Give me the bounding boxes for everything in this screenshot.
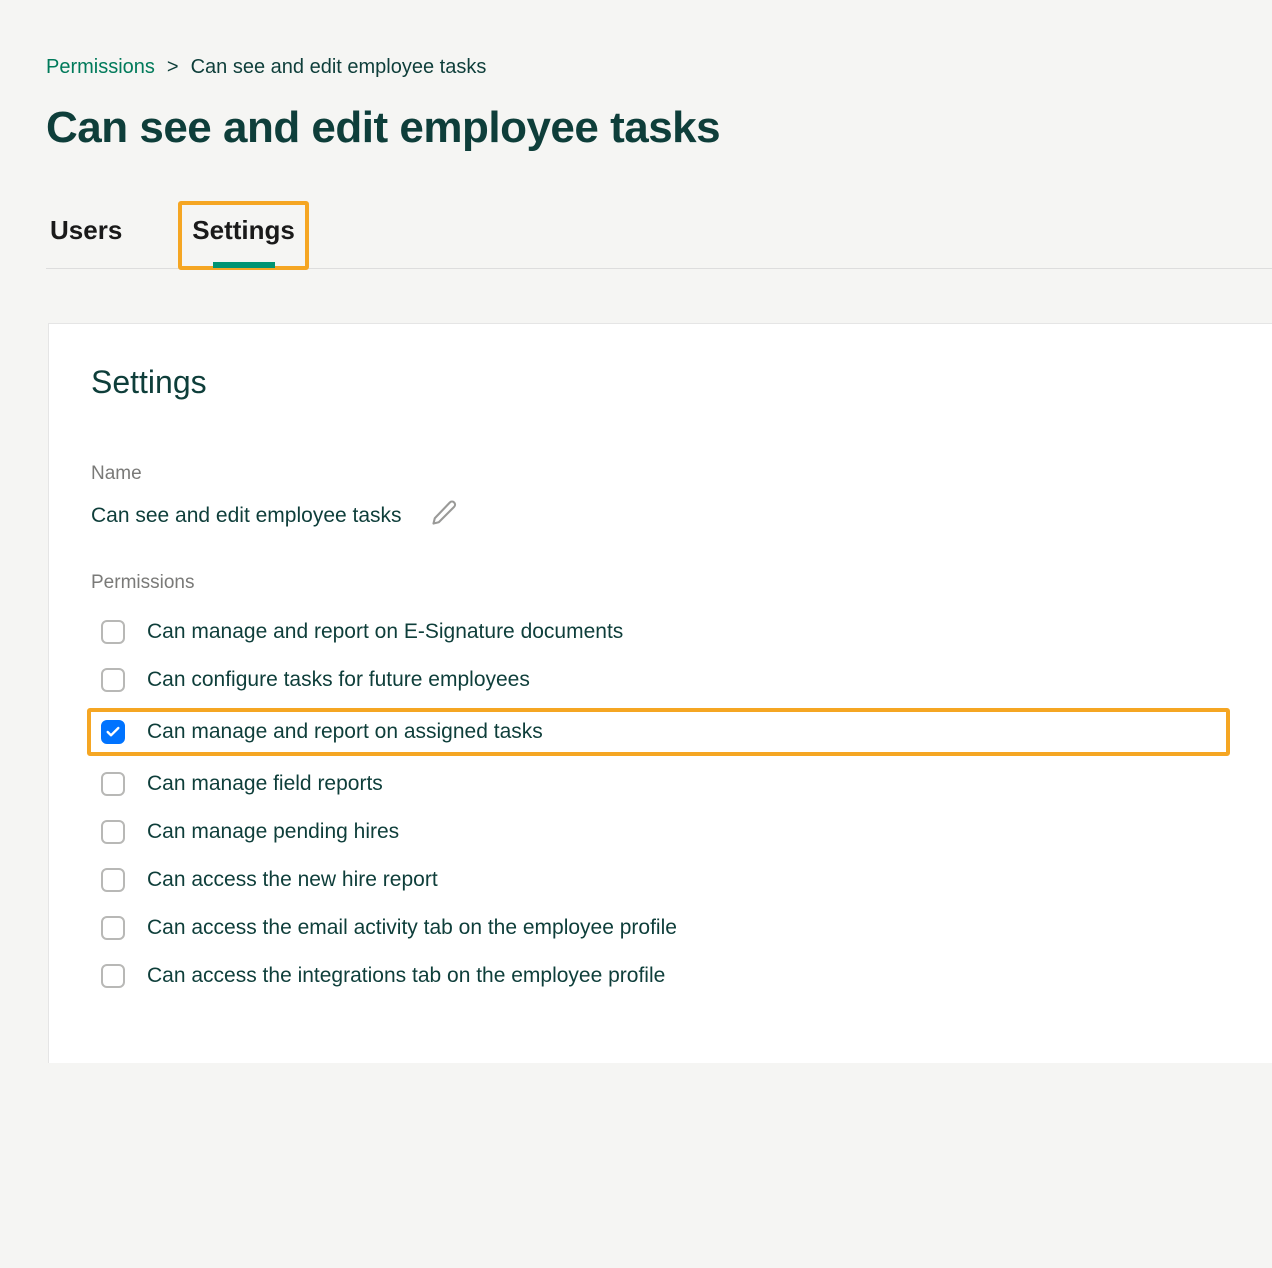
- permission-label: Can manage and report on assigned tasks: [147, 720, 543, 744]
- page-container: Permissions > Can see and edit employee …: [0, 0, 1272, 1063]
- permissions-list: Can manage and report on E-Signature doc…: [91, 612, 1230, 996]
- permission-label: Can access the email activity tab on the…: [147, 916, 677, 940]
- pencil-icon[interactable]: [430, 499, 458, 532]
- permission-checkbox[interactable]: [101, 820, 125, 844]
- breadcrumb-separator: >: [167, 56, 179, 79]
- permission-label: Can configure tasks for future employees: [147, 668, 530, 692]
- permission-checkbox[interactable]: [101, 868, 125, 892]
- permission-label: Can manage pending hires: [147, 820, 399, 844]
- breadcrumb: Permissions > Can see and edit employee …: [46, 56, 1272, 79]
- permission-item: Can manage and report on E-Signature doc…: [91, 612, 1230, 652]
- permission-item: Can access the email activity tab on the…: [91, 908, 1230, 948]
- page-title: Can see and edit employee tasks: [46, 103, 1272, 153]
- permission-item: Can manage pending hires: [91, 812, 1230, 852]
- breadcrumb-root-link[interactable]: Permissions: [46, 56, 155, 79]
- permission-label: Can manage field reports: [147, 772, 383, 796]
- name-row: Can see and edit employee tasks: [91, 499, 1230, 532]
- permission-item: Can access the integrations tab on the e…: [91, 956, 1230, 996]
- permission-checkbox[interactable]: [101, 720, 125, 744]
- tab-label: Users: [50, 215, 122, 245]
- tabs-bar: Users Settings: [46, 209, 1272, 269]
- permission-checkbox[interactable]: [101, 772, 125, 796]
- name-value: Can see and edit employee tasks: [91, 504, 402, 528]
- settings-panel: Settings Name Can see and edit employee …: [48, 323, 1272, 1063]
- permission-checkbox[interactable]: [101, 916, 125, 940]
- permission-item: Can access the new hire report: [91, 860, 1230, 900]
- permission-checkbox[interactable]: [101, 620, 125, 644]
- panel-wrap: Settings Name Can see and edit employee …: [46, 323, 1272, 1063]
- tab-label: Settings: [192, 215, 295, 245]
- permissions-field-label: Permissions: [91, 572, 1230, 594]
- permission-item: Can configure tasks for future employees: [91, 660, 1230, 700]
- tab-settings[interactable]: Settings: [192, 209, 295, 268]
- permission-label: Can access the integrations tab on the e…: [147, 964, 665, 988]
- permission-label: Can manage and report on E-Signature doc…: [147, 620, 623, 644]
- panel-title: Settings: [91, 364, 1230, 401]
- permission-checkbox[interactable]: [101, 964, 125, 988]
- name-field-label: Name: [91, 463, 1230, 485]
- permission-item: Can manage and report on assigned tasks: [87, 708, 1230, 756]
- tab-users[interactable]: Users: [50, 209, 122, 268]
- permission-label: Can access the new hire report: [147, 868, 438, 892]
- permission-item: Can manage field reports: [91, 764, 1230, 804]
- breadcrumb-current: Can see and edit employee tasks: [191, 56, 487, 79]
- permission-checkbox[interactable]: [101, 668, 125, 692]
